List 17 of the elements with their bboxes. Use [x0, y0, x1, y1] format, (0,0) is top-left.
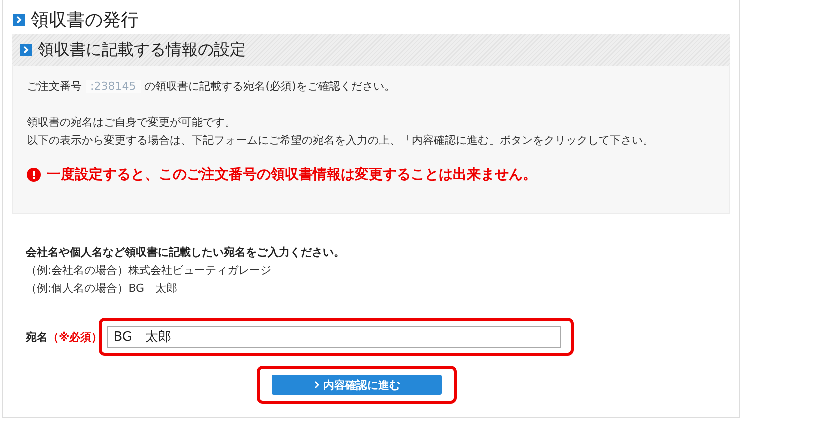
chevron-icon — [314, 381, 320, 389]
field-label: 宛名 — [26, 330, 48, 344]
confirm-button[interactable]: 内容確認に進む — [272, 375, 442, 395]
page-title: 領収書の発行 — [31, 9, 139, 32]
order-note: ご注文番号 :238145 の領収書に記載する宛名(必須)をご確認ください。 — [27, 79, 396, 95]
info-text: 領収書の宛名はご自身で変更が可能です。 — [27, 115, 237, 131]
warning-text: 一度設定すると、このご注文番号の領収書情報は変更することは出来ません。 — [47, 166, 537, 184]
section-title: 領収書に記載する情報の設定 — [38, 40, 246, 60]
instruction-text: 会社名や個人名など領収書に記載したい宛名をご入力ください。 — [26, 245, 346, 261]
recipient-field[interactable]: BG 太郎 — [106, 326, 561, 348]
warning-icon — [27, 168, 41, 182]
chevron-icon — [13, 14, 25, 26]
required-mark: （※必須） — [48, 330, 103, 344]
info-text: 以下の表示から変更する場合は、下記フォームにご希望の宛名を入力の上、「内容確認に進む」ボタンをクリックして下さい。 — [27, 133, 655, 149]
chevron-icon — [20, 44, 32, 56]
example-text: （例:会社名の場合）株式会社ビューティガレージ — [26, 263, 273, 279]
example-text: （例:個人名の場合）BG 太郎 — [26, 281, 179, 297]
